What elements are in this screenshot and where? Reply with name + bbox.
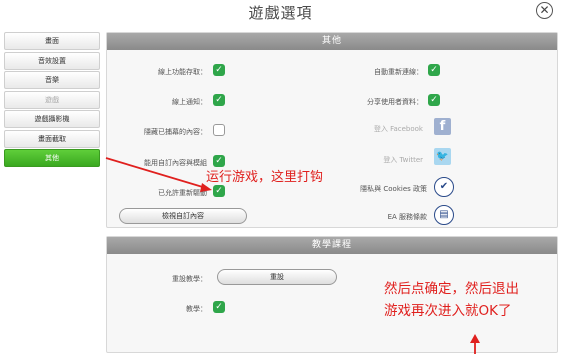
online-features-label: 線上功能存取： xyxy=(158,68,207,76)
game-options-window: 遊戲選項 ✕ 畫面 音效設置 音樂 遊戲 遊戲攝影機 畫面截取 其他 其他 線上… xyxy=(0,0,561,357)
sidebar-item-sound[interactable]: 音效設置 xyxy=(4,51,100,70)
other-panel-header: 其他 xyxy=(107,33,557,50)
allow-redrive-checkbox[interactable]: ✓ xyxy=(213,185,225,197)
annotation-note-confirm-line1: 然后点确定，然后退出 xyxy=(384,281,519,297)
tutorial-label: 教學： xyxy=(186,305,207,313)
facebook-login-label: 登入 Facebook xyxy=(373,125,423,133)
sidebar: 畫面 音效設置 音樂 遊戲 遊戲攝影機 畫面截取 其他 xyxy=(4,32,100,169)
online-notify-checkbox[interactable]: ✓ xyxy=(213,94,225,106)
privacy-cookies-label: 隱私與 Cookies 政策 xyxy=(360,185,427,193)
sidebar-item-game[interactable]: 遊戲 xyxy=(4,90,100,109)
reset-tutorial-label: 重設教學： xyxy=(172,275,207,283)
sidebar-item-other[interactable]: 其他 xyxy=(4,149,100,167)
annotation-note-confirm-line2: 游戏再次进入就OK了 xyxy=(384,303,512,319)
view-custom-content-button[interactable]: 檢視自訂內容 xyxy=(119,208,247,224)
hide-purchased-label: 隱藏已捕幕的內容： xyxy=(144,128,207,136)
close-icon[interactable]: ✕ xyxy=(536,2,553,19)
ea-terms-label: EA 服務條款 xyxy=(387,213,427,221)
share-usage-checkbox[interactable]: ✓ xyxy=(428,94,440,106)
twitter-icon[interactable]: 🐦 xyxy=(434,148,451,165)
tutorial-panel-header: 教學課程 xyxy=(107,237,557,254)
window-title: 遊戲選項 xyxy=(248,4,313,22)
custom-content-label: 能用自訂內容與模組 xyxy=(144,159,207,167)
sidebar-item-music[interactable]: 音樂 xyxy=(4,71,100,89)
share-usage-label: 分享使用者資料： xyxy=(367,98,423,106)
annotation-note-check: 运行游戏，这里打钩 xyxy=(206,170,324,185)
online-notify-label: 線上通知： xyxy=(172,98,207,106)
tutorial-checkbox[interactable]: ✓ xyxy=(213,301,225,313)
facebook-icon[interactable]: f xyxy=(434,118,451,135)
privacy-shield-icon[interactable]: ✔ xyxy=(434,177,454,197)
twitter-login-label: 登入 Twitter xyxy=(383,156,423,164)
reset-tutorial-button[interactable]: 重設 xyxy=(217,269,337,285)
allow-redrive-label: 已允許重新驅動 xyxy=(158,189,207,197)
document-icon[interactable]: ▤ xyxy=(434,205,454,225)
hide-purchased-checkbox[interactable] xyxy=(213,124,225,136)
online-features-checkbox[interactable]: ✓ xyxy=(213,64,225,76)
sidebar-item-camera[interactable]: 遊戲攝影機 xyxy=(4,110,100,128)
sidebar-item-screenshot[interactable]: 畫面截取 xyxy=(4,129,100,148)
auto-reconnect-checkbox[interactable]: ✓ xyxy=(428,64,440,76)
other-panel: 其他 線上功能存取： ✓ 線上通知： ✓ 隱藏已捕幕的內容： 能用自訂內容與模組… xyxy=(106,32,558,228)
auto-reconnect-label: 自動重新連線： xyxy=(374,68,423,76)
sidebar-item-display[interactable]: 畫面 xyxy=(4,32,100,50)
